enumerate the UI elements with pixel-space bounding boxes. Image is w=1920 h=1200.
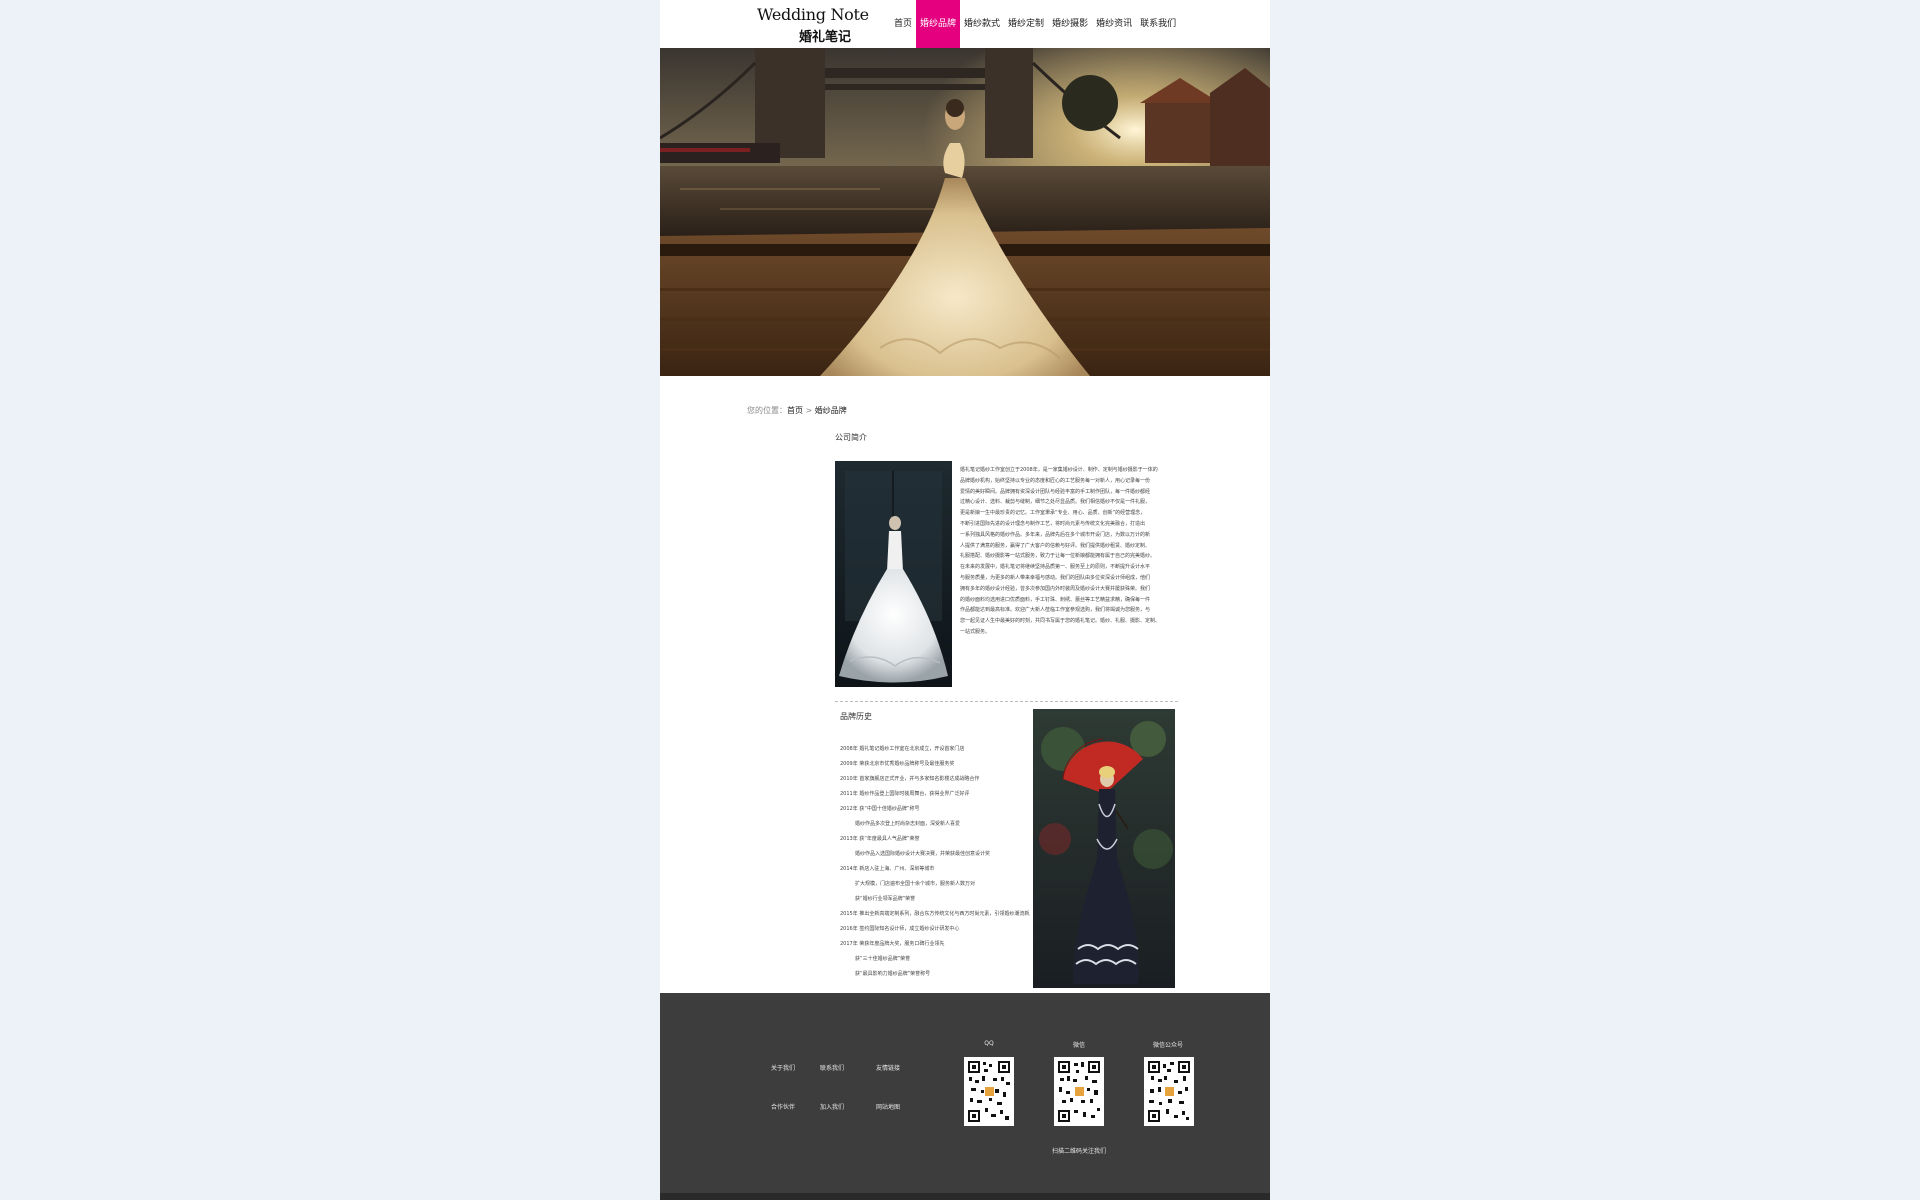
intro-line: 一系列独具风格的婚纱作品。多年来，品牌先后在多个城市开设门店，为数以万计的新 — [960, 531, 1151, 538]
history-title: 品牌历史 — [840, 712, 872, 721]
nav-styles[interactable]: 婚纱款式 — [960, 0, 1004, 48]
breadcrumb-current: 婚纱品牌 — [814, 406, 847, 415]
footer-note: 扫描二维码关注我们 — [1052, 1148, 1107, 1155]
intro-line: 拥有多年的婚纱设计经验，曾多次参加国内外时装周及婚纱设计大赛并屡获殊荣。我们 — [960, 585, 1151, 592]
intro-text: 婚礼笔记婚纱工作室创立于2008年，是一家集婚纱设计、制作、定制与婚纱摄影于一体… — [960, 465, 1178, 665]
qr-code-official-account — [1144, 1057, 1194, 1126]
history-item: 2016年 签约国际知名设计师，成立婚纱设计研发中心 — [840, 926, 960, 932]
intro-line: 过精心设计、选料、裁剪与缝制，细节之处尽显品质。我们相信婚纱不仅是一件礼服， — [960, 499, 1151, 506]
nav-contact[interactable]: 联系我们 — [1136, 0, 1180, 48]
intro-line: 礼服搭配、婚纱摄影等一站式服务，致力于让每一位新娘都能拥有属于自己的完美婚纱。 — [960, 553, 1156, 560]
intro-line: 品牌婚纱机构，始终坚持以专业的态度和匠心的工艺服务每一对新人，用心记录每一份 — [960, 477, 1151, 484]
hero-banner-image — [660, 48, 1270, 376]
history-list: 2008年 婚礼笔记婚纱工作室在北京成立，开设首家门店 2009年 荣获北京市优… — [840, 742, 1030, 982]
history-item: 婚纱作品多次登上时尚杂志封面，深受新人喜爱 — [855, 821, 961, 827]
history-item: 婚纱作品入选国际婚纱设计大赛决赛，并荣获最佳创意设计奖 — [855, 851, 991, 857]
breadcrumb-prefix: 您的位置： — [747, 406, 787, 415]
history-item: 2010年 首家旗舰店正式开业，并与多家知名影楼达成战略合作 — [840, 776, 980, 782]
intro-line: 一站式服务。 — [960, 628, 991, 635]
bride-photo-red-umbrella — [1033, 709, 1175, 988]
page: Wedding Note 婚礼笔记 首页 婚纱品牌 婚纱款式 婚纱定制 婚纱摄影… — [660, 0, 1270, 1200]
qr-code-qq — [964, 1057, 1014, 1126]
history-item: 2015年 推出全新高端定制系列，融合东方传统文化与西方时尚元素，引领婚纱潮流新… — [840, 911, 1030, 917]
qr-label-official-account: 微信公众号 — [1152, 1042, 1183, 1049]
intro-line: 与服务质量，为更多的新人带来幸福与感动。我们的团队由多位资深设计师组成，他们 — [960, 574, 1151, 581]
history-item: 获“最具影响力婚纱品牌”荣誉称号 — [855, 971, 931, 977]
nav-home[interactable]: 首页 — [890, 0, 916, 48]
nav-brand[interactable]: 婚纱品牌 — [916, 0, 961, 48]
breadcrumb-home-link[interactable]: 首页 — [787, 406, 803, 415]
logo[interactable]: Wedding Note 婚礼笔记 — [757, 5, 869, 45]
qr-label-wechat: 微信 — [1072, 1042, 1085, 1049]
history-item: 2008年 婚礼笔记婚纱工作室在北京成立，开设首家门店 — [840, 746, 965, 752]
footer-link-join[interactable]: 加入我们 — [820, 1102, 844, 1111]
header: Wedding Note 婚礼笔记 首页 婚纱品牌 婚纱款式 婚纱定制 婚纱摄影… — [660, 0, 1270, 48]
history-item: 2017年 荣获年度品牌大奖，服务口碑行业领先 — [840, 941, 945, 947]
breadcrumb: 您的位置：首页 > 婚纱品牌 — [747, 405, 847, 416]
history-item: 2009年 荣获北京市优秀婚纱品牌称号及最佳服务奖 — [840, 761, 955, 767]
nav-photography[interactable]: 婚纱摄影 — [1048, 0, 1092, 48]
breadcrumb-separator: > — [803, 406, 815, 415]
qr-label-qq: QQ — [984, 1040, 994, 1047]
logo-english: Wedding Note — [757, 5, 869, 24]
history-item: 2012年 获“中国十佳婚纱品牌”称号 — [840, 806, 920, 812]
logo-chinese: 婚礼笔记 — [799, 30, 852, 45]
intro-line: 作品都能达到最高标准。欢迎广大新人莅临工作室参观选购，我们将竭诚为您服务，与 — [960, 607, 1151, 614]
intro-line: 不断引进国际先进的设计理念与制作工艺，将时尚元素与传统文化完美融合，打造出 — [960, 520, 1146, 527]
qr-code-wechat — [1054, 1057, 1104, 1126]
history-item: 获“三十佳婚纱品牌”荣誉 — [855, 956, 911, 962]
footer-link-partners[interactable]: 合作伙伴 — [771, 1102, 795, 1111]
footer-link-friends[interactable]: 友情链接 — [876, 1063, 900, 1072]
intro-line: 您一起见证人生中最美好的时刻，共同书写属于您的婚礼笔记。婚纱、礼服、摄影、定制、 — [960, 618, 1161, 625]
section-divider — [835, 701, 1178, 702]
intro-title: 公司简介 — [835, 433, 867, 442]
nav-news[interactable]: 婚纱资讯 — [1092, 0, 1136, 48]
history-item: 2011年 婚纱作品登上国际时装周舞台，获得业界广泛好评 — [840, 791, 970, 797]
footer-link-about[interactable]: 关于我们 — [771, 1063, 795, 1072]
intro-line: 爱情的美好瞬间。品牌拥有资深设计团队与经验丰富的手工制作团队，每一件婚纱都经 — [960, 488, 1151, 495]
main-nav: 首页 婚纱品牌 婚纱款式 婚纱定制 婚纱摄影 婚纱资讯 联系我们 — [890, 0, 1180, 48]
intro-line: 婚礼笔记婚纱工作室创立于2008年，是一家集婚纱设计、制作、定制与婚纱摄影于一体… — [960, 467, 1158, 473]
footer-link-sitemap[interactable]: 网站地图 — [876, 1102, 900, 1111]
qr-code-icon — [1057, 1060, 1101, 1123]
qr-code-icon — [1147, 1060, 1191, 1123]
bride-photo-white-gown — [835, 461, 952, 687]
history-item: 扩大规模，门店遍布全国十余个城市，服务新人数万对 — [855, 881, 976, 887]
history-item: 2014年 新店入驻上海、广州、深圳等城市 — [840, 866, 935, 872]
intro-line: 的婚纱面料均选用进口优质面料，手工钉珠、刺绣、蕾丝等工艺精益求精，确保每一件 — [960, 596, 1151, 603]
footer-link-contact[interactable]: 联系我们 — [820, 1063, 844, 1072]
footer-bottom-bar — [660, 1193, 1270, 1200]
intro-line: 在未来的发展中，婚礼笔记将继续坚持品质第一、服务至上的原则，不断提升设计水平 — [960, 564, 1151, 571]
nav-custom[interactable]: 婚纱定制 — [1004, 0, 1048, 48]
intro-line: 更是新娘一生中最珍贵的记忆。工作室秉承“专业、用心、品质、创新”的经营理念， — [960, 510, 1146, 517]
qr-code-icon — [967, 1060, 1011, 1123]
intro-line: 人提供了满意的服务，赢得了广大客户的信赖与好评。我们提供婚纱租赁、婚纱定制、 — [960, 542, 1151, 549]
history-item: 获“婚纱行业领军品牌”荣誉 — [855, 896, 916, 902]
history-item: 2013年 获“年度最具人气品牌”荣誉 — [840, 836, 920, 842]
hero-banner — [660, 48, 1270, 376]
